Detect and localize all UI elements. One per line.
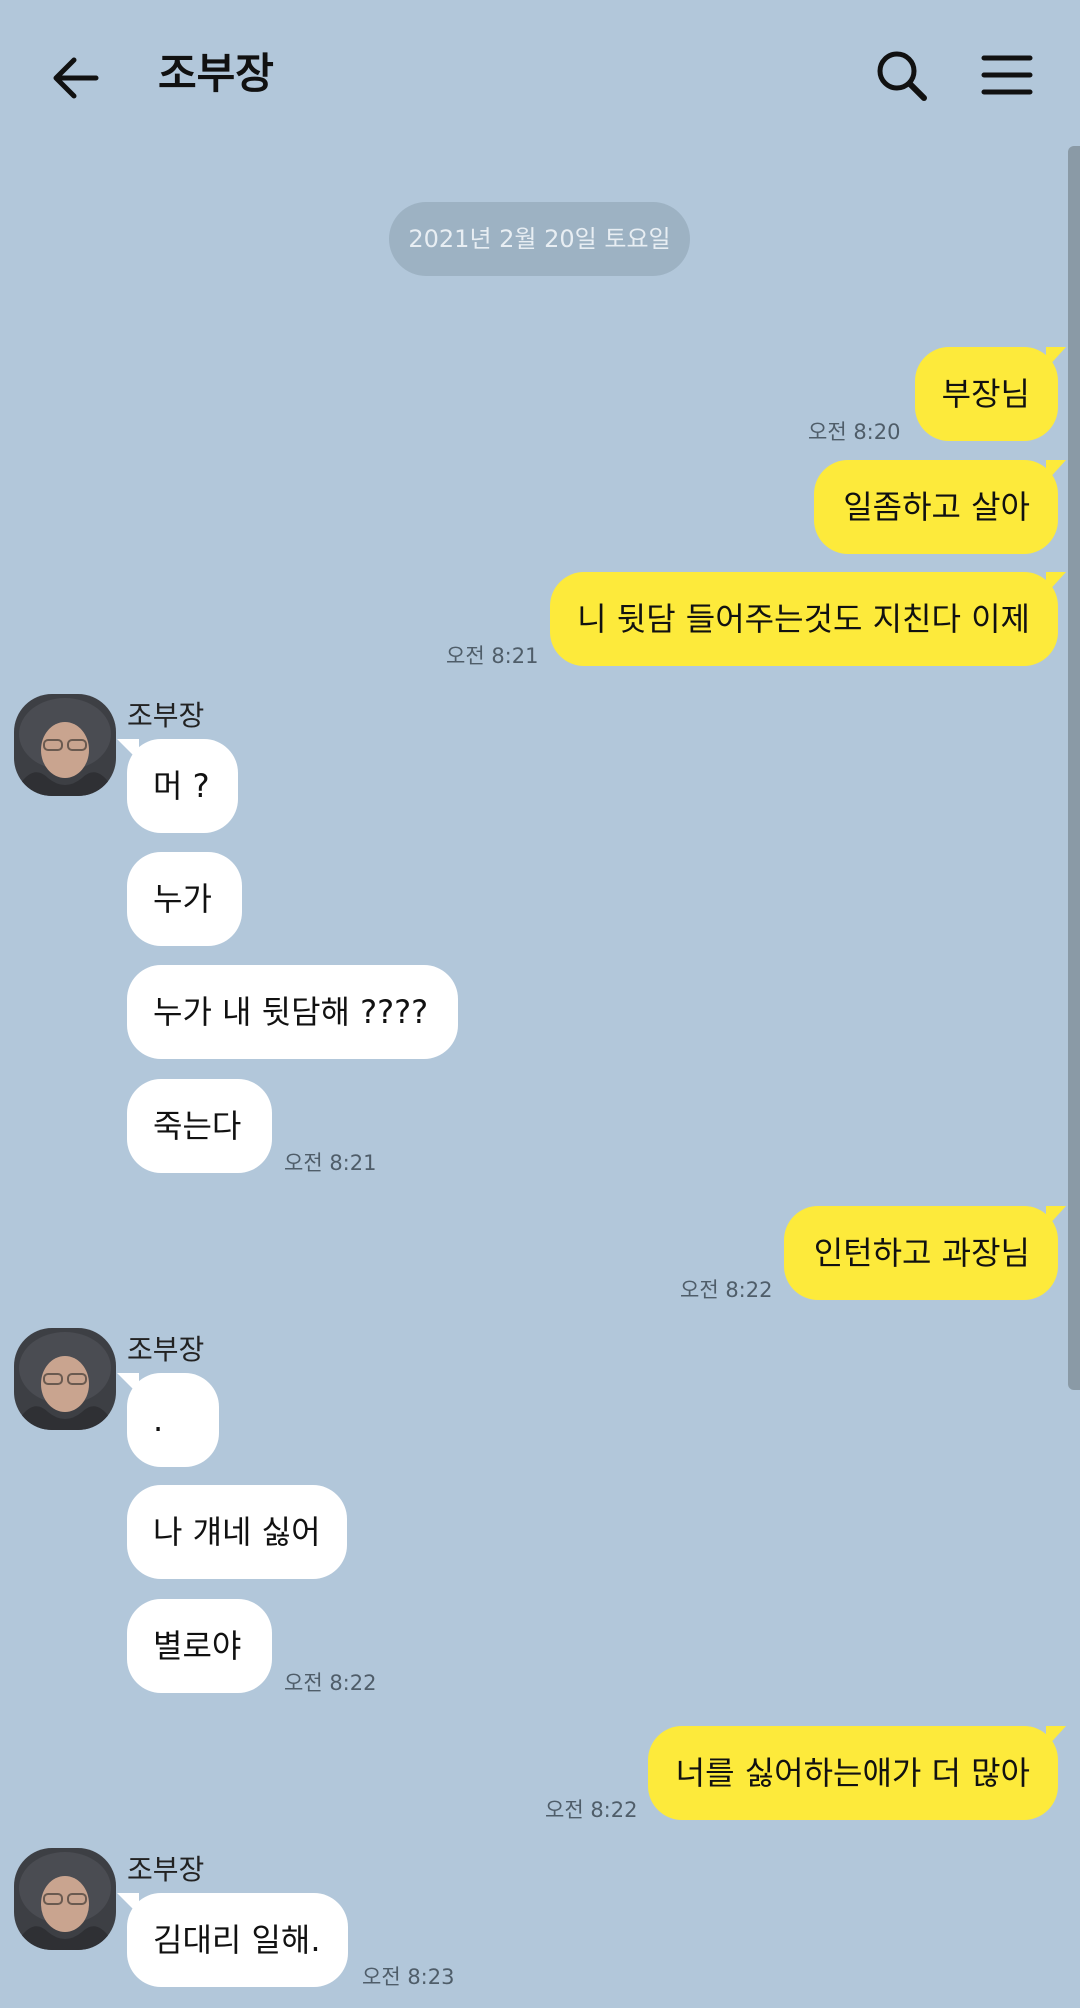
their-message-bubble[interactable]: 김대리 일해. xyxy=(117,1893,348,1987)
message-text: . xyxy=(153,1401,164,1439)
search-button[interactable] xyxy=(866,40,938,112)
sender-name: 조부장 xyxy=(127,699,205,732)
my-message-bubble[interactable]: 부장님 xyxy=(915,347,1066,441)
message-text: 별로야 xyxy=(153,1627,242,1665)
their-message-bubble[interactable]: 나 걔네 싫어 xyxy=(127,1485,347,1579)
message-time: 오전 8:21 xyxy=(446,644,539,668)
message-text: 김대리 일해. xyxy=(153,1921,321,1959)
their-message-bubble[interactable]: 누가 xyxy=(127,852,242,946)
message-text: 일좀하고 살아 xyxy=(843,488,1030,526)
sender-name: 조부장 xyxy=(127,1853,205,1886)
message-time: 오전 8:22 xyxy=(545,1798,638,1822)
their-message-bubble[interactable]: 죽는다 xyxy=(127,1079,272,1173)
bubble-tail xyxy=(1046,460,1066,482)
message-text: 머 ? xyxy=(153,767,210,805)
message-text: 니 뒷담 들어주는것도 지친다 이제 xyxy=(577,600,1030,638)
chat-title: 조부장 xyxy=(158,49,274,98)
sender-name: 조부장 xyxy=(127,1333,205,1366)
my-message-bubble[interactable]: 일좀하고 살아 xyxy=(814,460,1066,554)
menu-button[interactable] xyxy=(970,40,1042,112)
avatar[interactable] xyxy=(14,694,116,796)
message-time: 오전 8:22 xyxy=(680,1278,773,1302)
message-text: 인턴하고 과장님 xyxy=(813,1234,1030,1272)
message-time: 오전 8:20 xyxy=(808,420,901,444)
message-text: 누가 xyxy=(153,880,212,918)
message-text: 너를 싫어하는애가 더 많아 xyxy=(675,1754,1030,1792)
arrow-left-icon xyxy=(53,57,99,99)
bubble-tail xyxy=(1046,1206,1066,1228)
their-message-bubble[interactable]: 별로야 xyxy=(127,1599,272,1693)
bubble-tail xyxy=(1046,347,1066,369)
their-message-bubble[interactable]: 누가 내 뒷담해 ???? xyxy=(127,965,458,1059)
bubble-tail xyxy=(117,1373,139,1395)
avatar[interactable] xyxy=(14,1848,116,1950)
search-icon xyxy=(877,51,927,101)
chat-header: 조부장 xyxy=(0,0,1080,148)
date-divider: 2021년 2월 20일 토요일 xyxy=(389,202,690,276)
message-time: 오전 8:21 xyxy=(284,1151,377,1175)
bubble-tail xyxy=(117,1893,139,1915)
bubble-tail xyxy=(1046,1726,1066,1748)
bubble-tail xyxy=(1046,572,1066,594)
my-message-bubble[interactable]: 너를 싫어하는애가 더 많아 xyxy=(648,1726,1066,1820)
back-button[interactable] xyxy=(40,42,112,114)
message-text: 누가 내 뒷담해 ???? xyxy=(153,993,429,1031)
message-text: 나 걔네 싫어 xyxy=(153,1513,321,1551)
bubble-tail xyxy=(117,739,139,761)
message-text: 죽는다 xyxy=(153,1107,242,1145)
my-message-bubble[interactable]: 니 뒷담 들어주는것도 지친다 이제 xyxy=(550,572,1066,666)
profile-photo-icon xyxy=(14,1328,116,1430)
profile-photo-icon xyxy=(14,694,116,796)
their-message-bubble[interactable]: 머 ? xyxy=(117,739,238,833)
message-time: 오전 8:23 xyxy=(362,1965,455,1989)
hamburger-menu-icon xyxy=(981,55,1033,95)
message-time: 오전 8:22 xyxy=(284,1671,377,1695)
avatar[interactable] xyxy=(14,1328,116,1430)
profile-photo-icon xyxy=(14,1848,116,1950)
message-text: 부장님 xyxy=(941,375,1030,413)
scrollbar[interactable] xyxy=(1068,146,1080,1390)
their-message-bubble[interactable]: . xyxy=(117,1373,219,1467)
my-message-bubble[interactable]: 인턴하고 과장님 xyxy=(784,1206,1066,1300)
